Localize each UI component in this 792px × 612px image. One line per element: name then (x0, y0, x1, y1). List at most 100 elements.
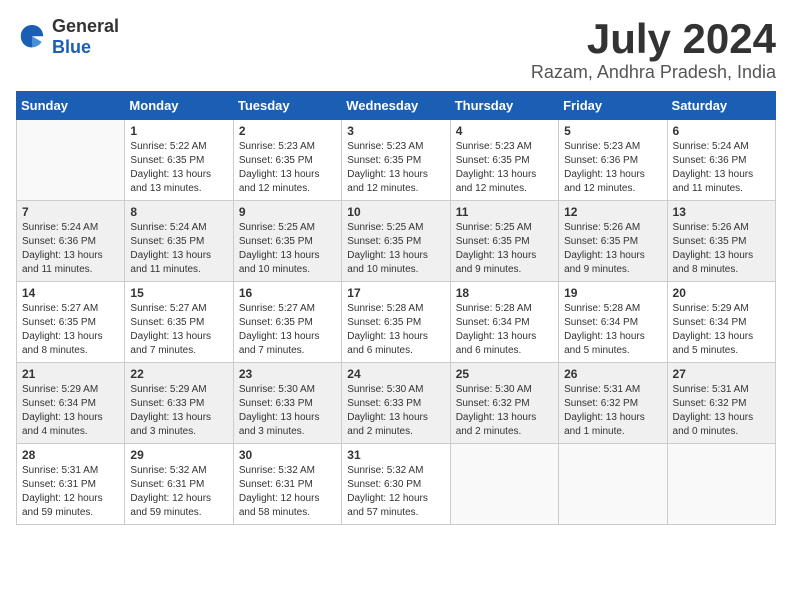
day-info: Sunrise: 5:27 AMSunset: 6:35 PMDaylight:… (130, 302, 227, 358)
calendar-cell: 8 Sunrise: 5:24 AMSunset: 6:35 PMDaylight… (125, 201, 233, 282)
day-info: Sunrise: 5:27 AMSunset: 6:35 PMDaylight:… (239, 302, 336, 358)
day-info: Sunrise: 5:29 AMSunset: 6:33 PMDaylight:… (130, 383, 227, 439)
col-header-friday: Friday (559, 92, 667, 120)
col-header-tuesday: Tuesday (233, 92, 341, 120)
calendar-week-4: 21Sunrise: 5:29 AMSunset: 6:34 PMDayligh… (17, 363, 776, 444)
calendar-header: SundayMondayTuesdayWednesdayThursdayFrid… (17, 92, 776, 120)
day-info: Sunrise: 5:25 AMSunset: 6:35 PMDaylight:… (347, 221, 444, 277)
day-number: 8 (130, 205, 227, 219)
header-row: SundayMondayTuesdayWednesdayThursdayFrid… (17, 92, 776, 120)
day-number: 3 (347, 124, 444, 138)
calendar-cell: 4Sunrise: 5:23 AMSunset: 6:35 PMDaylight… (450, 120, 558, 201)
day-number: 26 (564, 367, 661, 381)
calendar-cell: 16 Sunrise: 5:27 AMSunset: 6:35 PMDayligh… (233, 282, 341, 363)
day-info: Sunrise: 5:31 AMSunset: 6:31 PMDaylight:… (22, 464, 119, 520)
day-number: 10 (347, 205, 444, 219)
logo: General Blue (16, 16, 119, 58)
calendar-cell: 13Sunrise: 5:26 AMSunset: 6:35 PMDayligh… (667, 201, 775, 282)
calendar-cell: 19 Sunrise: 5:28 AMSunset: 6:34 PMDayligh… (559, 282, 667, 363)
day-number: 9 (239, 205, 336, 219)
calendar-cell: 27 Sunrise: 5:31 AMSunset: 6:32 PMDayligh… (667, 363, 775, 444)
day-info: Sunrise: 5:26 AMSunset: 6:35 PMDaylight:… (564, 221, 661, 277)
day-number: 24 (347, 367, 444, 381)
calendar-cell: 31Sunrise: 5:32 AMSunset: 6:30 PMDayligh… (342, 444, 450, 525)
logo-icon (16, 21, 48, 53)
day-number: 19 (564, 286, 661, 300)
day-info: Sunrise: 5:26 AMSunset: 6:35 PMDaylight:… (673, 221, 770, 277)
day-number: 30 (239, 448, 336, 462)
day-number: 1 (130, 124, 227, 138)
calendar-cell: 3 Sunrise: 5:23 AMSunset: 6:35 PMDaylight… (342, 120, 450, 201)
day-info: Sunrise: 5:32 AMSunset: 6:31 PMDaylight:… (239, 464, 336, 520)
day-number: 7 (22, 205, 119, 219)
day-info: Sunrise: 5:24 AMSunset: 6:35 PMDaylight:… (130, 221, 227, 277)
day-info: Sunrise: 5:30 AMSunset: 6:32 PMDaylight:… (456, 383, 553, 439)
day-number: 4 (456, 124, 553, 138)
logo-general: General (52, 16, 119, 36)
day-number: 25 (456, 367, 553, 381)
calendar-cell: 21Sunrise: 5:29 AMSunset: 6:34 PMDayligh… (17, 363, 125, 444)
day-number: 31 (347, 448, 444, 462)
calendar-cell: 1Sunrise: 5:22 AMSunset: 6:35 PMDaylight… (125, 120, 233, 201)
day-number: 22 (130, 367, 227, 381)
calendar-cell: 28 Sunrise: 5:31 AMSunset: 6:31 PMDayligh… (17, 444, 125, 525)
page-header: General Blue July 2024 Razam, Andhra Pra… (16, 16, 776, 83)
calendar-cell: 15Sunrise: 5:27 AMSunset: 6:35 PMDayligh… (125, 282, 233, 363)
calendar-cell: 24 Sunrise: 5:30 AMSunset: 6:33 PMDayligh… (342, 363, 450, 444)
calendar-cell: 30 Sunrise: 5:32 AMSunset: 6:31 PMDayligh… (233, 444, 341, 525)
calendar-cell: 11 Sunrise: 5:25 AMSunset: 6:35 PMDayligh… (450, 201, 558, 282)
col-header-wednesday: Wednesday (342, 92, 450, 120)
calendar-cell: 20Sunrise: 5:29 AMSunset: 6:34 PMDayligh… (667, 282, 775, 363)
calendar-cell: 14 Sunrise: 5:27 AMSunset: 6:35 PMDayligh… (17, 282, 125, 363)
col-header-saturday: Saturday (667, 92, 775, 120)
day-info: Sunrise: 5:32 AMSunset: 6:31 PMDaylight:… (130, 464, 227, 520)
main-title: July 2024 (531, 16, 776, 62)
day-info: Sunrise: 5:28 AMSunset: 6:34 PMDaylight:… (564, 302, 661, 358)
calendar-cell: 10 Sunrise: 5:25 AMSunset: 6:35 PMDayligh… (342, 201, 450, 282)
calendar-cell: 29Sunrise: 5:32 AMSunset: 6:31 PMDayligh… (125, 444, 233, 525)
logo-text: General Blue (52, 16, 119, 58)
day-info: Sunrise: 5:31 AMSunset: 6:32 PMDaylight:… (564, 383, 661, 439)
day-number: 21 (22, 367, 119, 381)
calendar-cell: 12Sunrise: 5:26 AMSunset: 6:35 PMDayligh… (559, 201, 667, 282)
day-info: Sunrise: 5:30 AMSunset: 6:33 PMDaylight:… (347, 383, 444, 439)
day-number: 6 (673, 124, 770, 138)
day-info: Sunrise: 5:24 AMSunset: 6:36 PMDaylight:… (22, 221, 119, 277)
calendar-cell: 9 Sunrise: 5:25 AMSunset: 6:35 PMDaylight… (233, 201, 341, 282)
calendar-cell (17, 120, 125, 201)
calendar-cell: 17Sunrise: 5:28 AMSunset: 6:35 PMDayligh… (342, 282, 450, 363)
day-info: Sunrise: 5:25 AMSunset: 6:35 PMDaylight:… (456, 221, 553, 277)
col-header-thursday: Thursday (450, 92, 558, 120)
day-number: 27 (673, 367, 770, 381)
day-info: Sunrise: 5:25 AMSunset: 6:35 PMDaylight:… (239, 221, 336, 277)
day-number: 17 (347, 286, 444, 300)
day-info: Sunrise: 5:30 AMSunset: 6:33 PMDaylight:… (239, 383, 336, 439)
calendar-cell (450, 444, 558, 525)
day-number: 28 (22, 448, 119, 462)
day-info: Sunrise: 5:28 AMSunset: 6:34 PMDaylight:… (456, 302, 553, 358)
day-number: 11 (456, 205, 553, 219)
day-number: 14 (22, 286, 119, 300)
day-info: Sunrise: 5:23 AMSunset: 6:35 PMDaylight:… (347, 140, 444, 196)
subtitle: Razam, Andhra Pradesh, India (531, 62, 776, 83)
logo-blue: Blue (52, 37, 91, 57)
calendar-cell: 18Sunrise: 5:28 AMSunset: 6:34 PMDayligh… (450, 282, 558, 363)
day-info: Sunrise: 5:29 AMSunset: 6:34 PMDaylight:… (673, 302, 770, 358)
calendar-week-2: 7 Sunrise: 5:24 AMSunset: 6:36 PMDaylight… (17, 201, 776, 282)
day-info: Sunrise: 5:27 AMSunset: 6:35 PMDaylight:… (22, 302, 119, 358)
calendar-cell (559, 444, 667, 525)
calendar-cell: 25 Sunrise: 5:30 AMSunset: 6:32 PMDayligh… (450, 363, 558, 444)
day-number: 16 (239, 286, 336, 300)
calendar-body: 1Sunrise: 5:22 AMSunset: 6:35 PMDaylight… (17, 120, 776, 525)
calendar-week-3: 14 Sunrise: 5:27 AMSunset: 6:35 PMDayligh… (17, 282, 776, 363)
calendar-table: SundayMondayTuesdayWednesdayThursdayFrid… (16, 91, 776, 525)
day-info: Sunrise: 5:31 AMSunset: 6:32 PMDaylight:… (673, 383, 770, 439)
title-block: July 2024 Razam, Andhra Pradesh, India (531, 16, 776, 83)
calendar-cell: 22 Sunrise: 5:29 AMSunset: 6:33 PMDayligh… (125, 363, 233, 444)
day-info: Sunrise: 5:23 AMSunset: 6:35 PMDaylight:… (239, 140, 336, 196)
calendar-cell: 5Sunrise: 5:23 AMSunset: 6:36 PMDaylight… (559, 120, 667, 201)
calendar-cell: 26 Sunrise: 5:31 AMSunset: 6:32 PMDayligh… (559, 363, 667, 444)
calendar-cell: 6Sunrise: 5:24 AMSunset: 6:36 PMDaylight… (667, 120, 775, 201)
calendar-cell: 2Sunrise: 5:23 AMSunset: 6:35 PMDaylight… (233, 120, 341, 201)
calendar-week-5: 28 Sunrise: 5:31 AMSunset: 6:31 PMDayligh… (17, 444, 776, 525)
